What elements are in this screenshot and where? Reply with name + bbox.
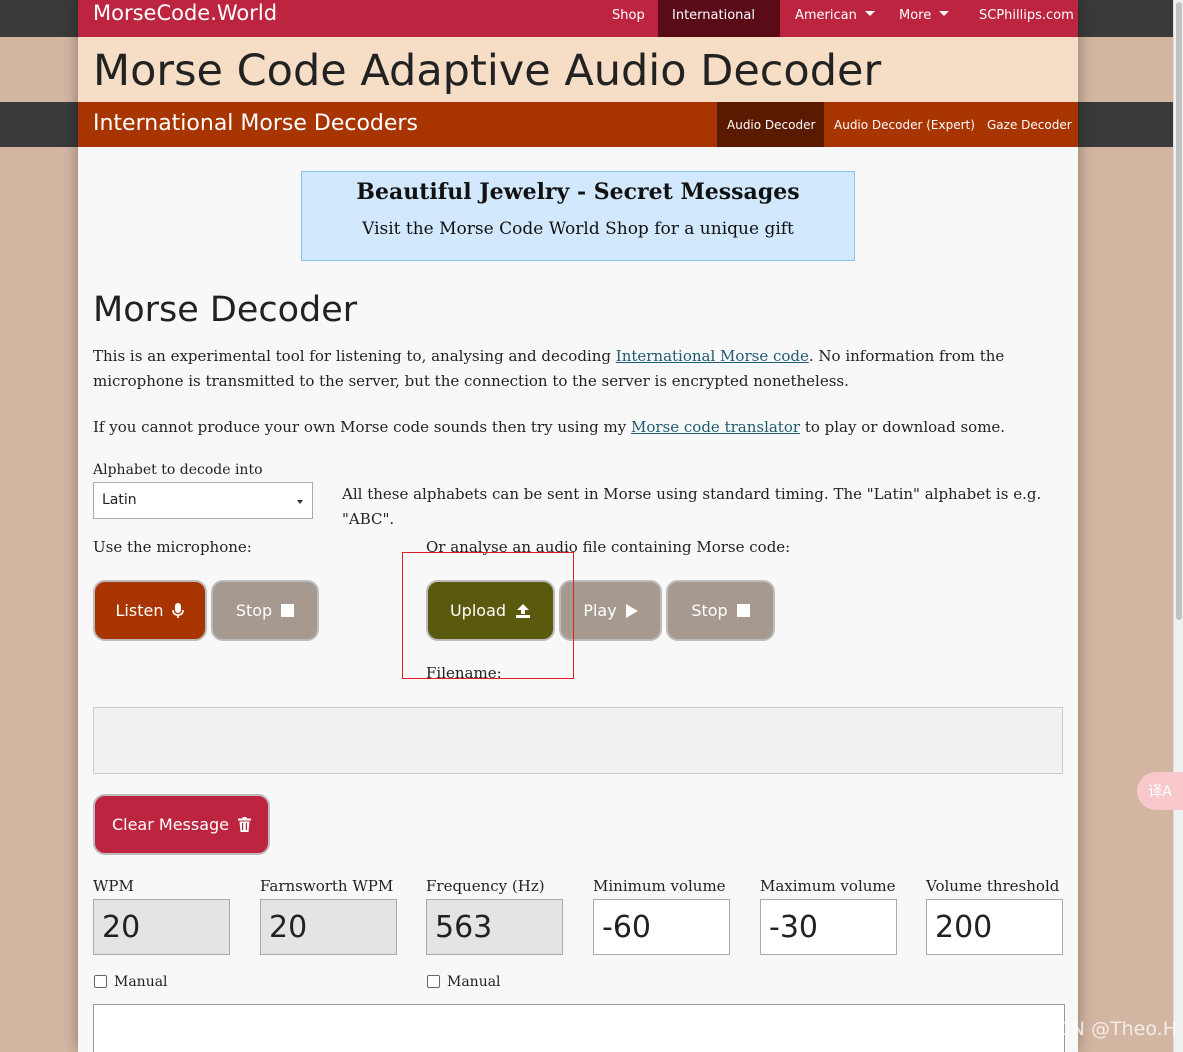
- chevron-down-icon: [939, 11, 950, 16]
- minimum-volume-field[interactable]: -60: [593, 899, 730, 955]
- international-morse-link[interactable]: International Morse code: [616, 347, 809, 365]
- page-scrollbar[interactable]: [1173, 0, 1183, 1052]
- alphabet-note: All these alphabets can be sent in Morse…: [342, 485, 1042, 528]
- analysis-panel: [93, 1004, 1065, 1052]
- stop-label: Stop: [691, 601, 728, 620]
- trash-icon: [238, 817, 252, 832]
- nav-item-international[interactable]: International: [658, 0, 780, 47]
- volume-threshold-label: Volume threshold: [926, 877, 1060, 895]
- wpm-field[interactable]: 20: [93, 899, 230, 955]
- stop-icon: [736, 604, 750, 617]
- page-title: Morse Decoder: [93, 290, 358, 330]
- tab-audio-decoder-expert[interactable]: Audio Decoder (Expert): [824, 102, 985, 147]
- clear-message-button[interactable]: Clear Message: [93, 794, 270, 855]
- microphone-icon: [172, 602, 185, 618]
- nav-item-scphillips[interactable]: SCPhillips.com: [965, 0, 1088, 37]
- tab-gaze-decoder[interactable]: Gaze Decoder: [977, 102, 1082, 147]
- top-navbar: MorseCode.World Shop International Ameri…: [78, 0, 1078, 47]
- page-container: MorseCode.World Shop International Ameri…: [78, 0, 1078, 1052]
- volume-threshold-field[interactable]: 200: [926, 899, 1063, 955]
- nav-item-more[interactable]: More: [885, 0, 963, 37]
- chevron-down-icon: [864, 11, 875, 16]
- jewelry-ad-banner[interactable]: Beautiful Jewelry - Secret Messages Visi…: [301, 171, 855, 261]
- alphabet-select[interactable]: Latin: [93, 482, 313, 519]
- play-button[interactable]: Play: [559, 580, 662, 641]
- listen-label: Listen: [115, 601, 164, 620]
- site-header: Morse Code Adaptive Audio Decoder: [78, 37, 1078, 102]
- minimum-volume-label: Minimum volume: [593, 877, 726, 895]
- listen-button[interactable]: Listen: [93, 580, 207, 641]
- manual-frequency-label: Manual: [447, 974, 501, 990]
- tab-audio-decoder[interactable]: Audio Decoder: [717, 102, 824, 147]
- translator-text-cont: to play or download some.: [800, 418, 1006, 436]
- nav-item-american[interactable]: American: [781, 0, 889, 37]
- intro-paragraph: This is an experimental tool for listeni…: [93, 344, 1063, 394]
- section-navbar: International Morse Decoders Audio Decod…: [78, 102, 1078, 147]
- frequency-field[interactable]: 563: [426, 899, 563, 955]
- manual-wpm-checkbox[interactable]: [94, 975, 107, 988]
- translate-icon[interactable]: 译A: [1137, 772, 1183, 810]
- alphabet-selected-value: Latin: [102, 492, 137, 508]
- play-icon: [625, 603, 638, 618]
- stop-file-button[interactable]: Stop: [666, 580, 775, 641]
- intro-text: This is an experimental tool for listeni…: [93, 347, 616, 365]
- translator-text: If you cannot produce your own Morse cod…: [93, 418, 631, 436]
- ad-title: Beautiful Jewelry - Secret Messages: [356, 179, 800, 205]
- ad-text: Visit the Morse Code World Shop for a un…: [362, 219, 794, 239]
- morse-translator-link[interactable]: Morse code translator: [631, 418, 800, 436]
- microphone-label: Use the microphone:: [93, 538, 252, 556]
- wpm-label: WPM: [93, 877, 134, 895]
- stop-microphone-button[interactable]: Stop: [211, 580, 319, 641]
- alphabet-label: Alphabet to decode into: [93, 462, 263, 478]
- dropdown-arrow-icon: [297, 500, 303, 504]
- brand-link[interactable]: MorseCode.World: [93, 1, 277, 25]
- section-title[interactable]: International Morse Decoders: [93, 111, 418, 136]
- clear-label: Clear Message: [111, 815, 230, 834]
- translator-paragraph: If you cannot produce your own Morse cod…: [93, 415, 1063, 440]
- stop-label: Stop: [235, 601, 273, 620]
- play-label: Play: [583, 601, 617, 620]
- farnsworth-wpm-label: Farnsworth WPM: [260, 877, 394, 895]
- decoded-message-output: [93, 707, 1063, 774]
- manual-frequency-checkbox[interactable]: [427, 975, 440, 988]
- maximum-volume-label: Maximum volume: [760, 877, 896, 895]
- annotation-highlight-box: [402, 552, 574, 679]
- maximum-volume-field[interactable]: -30: [760, 899, 897, 955]
- site-title: Morse Code Adaptive Audio Decoder: [93, 46, 882, 96]
- watermark-text: CSDN @Theo.H: [1030, 1018, 1177, 1040]
- manual-wpm-label: Manual: [114, 974, 168, 990]
- nav-item-shop[interactable]: Shop: [598, 0, 659, 37]
- frequency-label: Frequency (Hz): [426, 877, 545, 895]
- scrollbar-thumb[interactable]: [1176, 2, 1182, 620]
- stop-icon: [281, 604, 295, 617]
- farnsworth-wpm-field[interactable]: 20: [260, 899, 397, 955]
